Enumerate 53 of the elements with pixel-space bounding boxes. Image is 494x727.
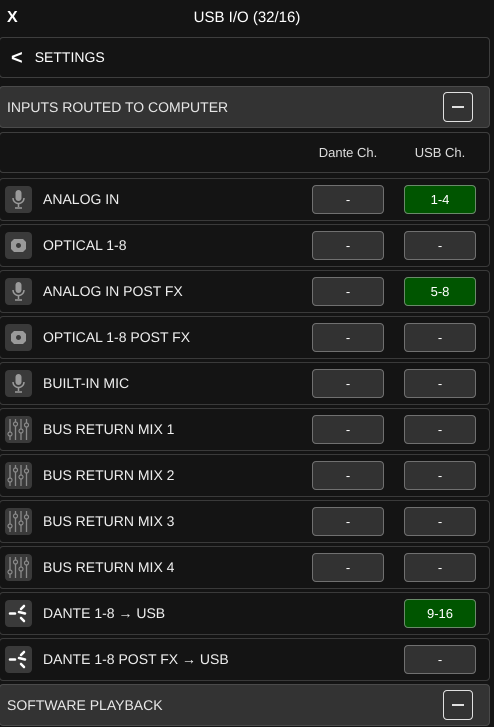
source-label: BUS RETURN MIX 2 (43, 466, 176, 485)
usb-channel-button[interactable]: - (404, 553, 476, 582)
usb-channel-button[interactable]: - (404, 231, 476, 260)
window-title: USB I/O (32/16) (194, 8, 300, 28)
fader-icon (5, 508, 32, 535)
source-label: OPTICAL 1-8 POST FX (43, 328, 192, 347)
dante-icon (5, 600, 32, 627)
column-heading: Dante Ch. (318, 144, 378, 162)
usb-channel-button[interactable]: - (404, 461, 476, 490)
dante-channel-button[interactable]: - (312, 553, 384, 582)
optical-port-icon (5, 232, 32, 259)
source-label: OPTICAL 1-8 (43, 236, 128, 255)
fader-icon (5, 462, 32, 489)
column-heading: USB Ch. (414, 144, 466, 162)
usb-channel-button[interactable]: 5-8 (404, 277, 476, 306)
usb-channel-button[interactable]: 9-16 (404, 599, 476, 628)
dante-channel-button[interactable]: - (312, 369, 384, 398)
usb-channel-button[interactable]: - (404, 507, 476, 536)
source-label: DANTE 1-8 POST FX → USB (43, 650, 230, 669)
source-label: BUS RETURN MIX 1 (43, 420, 176, 439)
source-label: BUILT-IN MIC (43, 374, 130, 393)
section-title: INPUTS ROUTED TO COMPUTER (7, 98, 228, 116)
dante-icon (5, 646, 32, 673)
collapse-button[interactable] (443, 690, 473, 720)
back-label: SETTINGS (34, 48, 105, 67)
dante-channel-button[interactable]: - (312, 277, 384, 306)
close-button[interactable]: X (7, 6, 18, 30)
optical-port-icon (5, 324, 32, 351)
microphone-icon (5, 186, 32, 213)
fader-icon (5, 416, 32, 443)
dante-channel-button[interactable]: - (312, 415, 384, 444)
source-label: BUS RETURN MIX 4 (43, 558, 176, 577)
source-label: BUS RETURN MIX 3 (43, 512, 176, 531)
source-label: ANALOG IN (43, 190, 120, 209)
section-title: SOFTWARE PLAYBACK (7, 696, 163, 714)
dante-channel-button[interactable]: - (312, 185, 384, 214)
back-chevron: < (11, 48, 23, 68)
source-label: DANTE 1-8 → USB (43, 604, 166, 623)
fader-icon (5, 554, 32, 581)
dante-channel-button[interactable]: - (312, 461, 384, 490)
settings-back-button[interactable]: < SETTINGS (0, 37, 490, 78)
dante-channel-button[interactable]: - (312, 507, 384, 536)
dante-channel-button[interactable]: - (312, 323, 384, 352)
dante-channel-button[interactable]: - (312, 231, 384, 260)
microphone-icon (5, 278, 32, 305)
usb-channel-button[interactable]: - (404, 415, 476, 444)
microphone-icon (5, 370, 32, 397)
usb-channel-button[interactable]: - (404, 323, 476, 352)
usb-channel-button[interactable]: 1-4 (404, 185, 476, 214)
source-label: ANALOG IN POST FX (43, 282, 184, 301)
usb-channel-button[interactable]: - (404, 369, 476, 398)
collapse-button[interactable] (443, 92, 473, 122)
usb-channel-button[interactable]: - (404, 645, 476, 674)
